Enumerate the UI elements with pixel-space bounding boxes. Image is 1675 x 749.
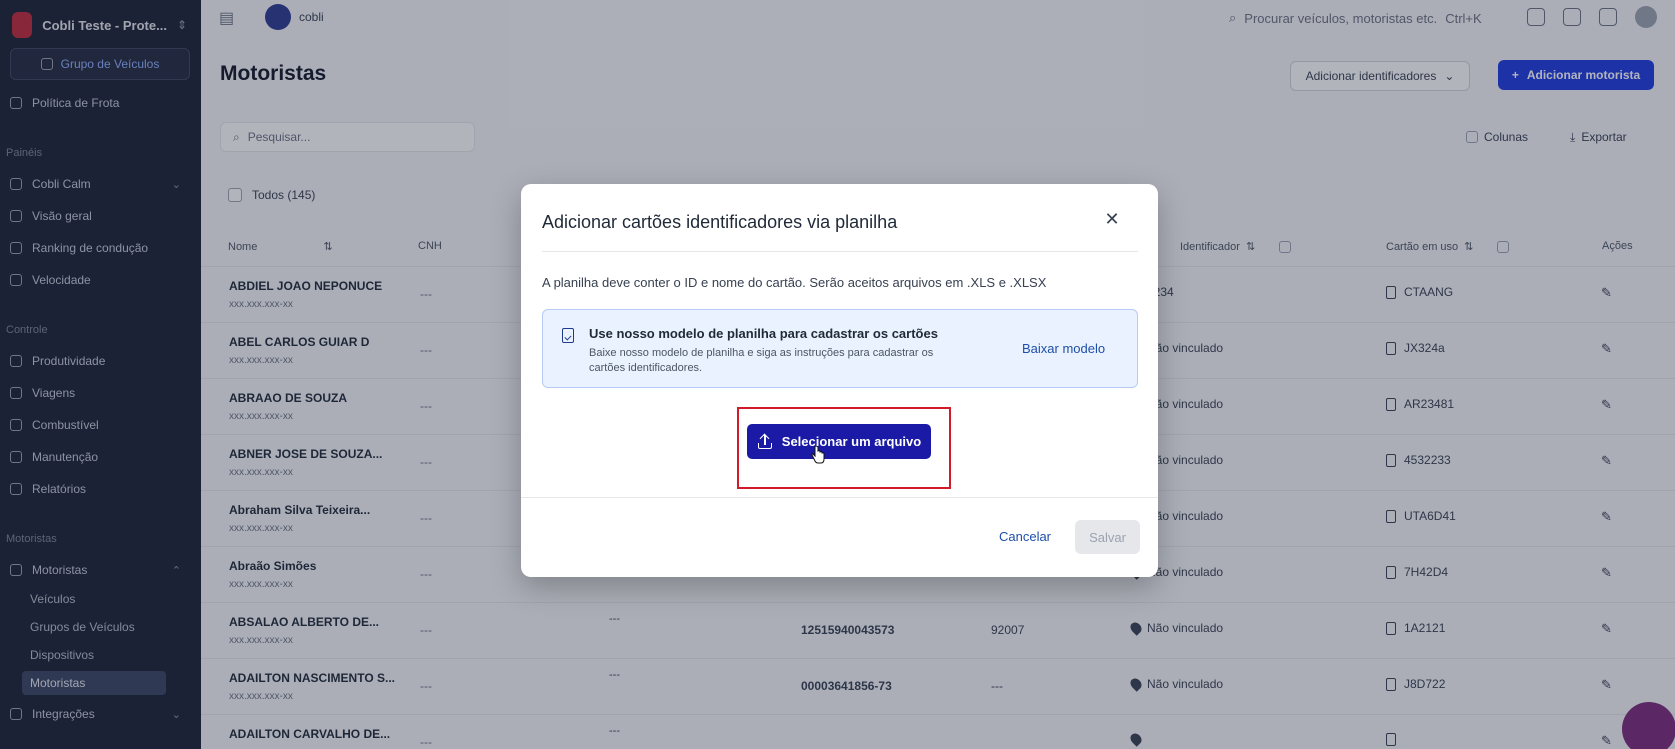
info-text: Baixe nosso modelo de planilha e siga as… (589, 347, 934, 374)
modal-footer-divider (521, 497, 1158, 498)
file-check-icon (562, 328, 574, 343)
modal-divider (542, 251, 1138, 252)
modal-description: A planilha deve conter o ID e nome do ca… (542, 275, 1047, 290)
download-template-link[interactable]: Baixar modelo (1022, 341, 1105, 356)
select-file-label: Selecionar um arquivo (781, 434, 922, 449)
cancel-button[interactable]: Cancelar (990, 521, 1060, 551)
select-file-button[interactable]: Selecionar um arquivo (747, 424, 931, 459)
modal-title: Adicionar cartões identificadores via pl… (542, 212, 898, 232)
template-info-box: Use nosso modelo de planilha para cadast… (542, 309, 1138, 388)
close-icon[interactable]: ✕ (1101, 208, 1123, 230)
hand-cursor-icon (811, 446, 825, 464)
info-title: Use nosso modelo de planilha para cadast… (589, 326, 938, 341)
upload-icon (757, 433, 773, 450)
save-button[interactable]: Salvar (1075, 520, 1140, 554)
add-cards-modal: Adicionar cartões identificadores via pl… (521, 184, 1158, 577)
